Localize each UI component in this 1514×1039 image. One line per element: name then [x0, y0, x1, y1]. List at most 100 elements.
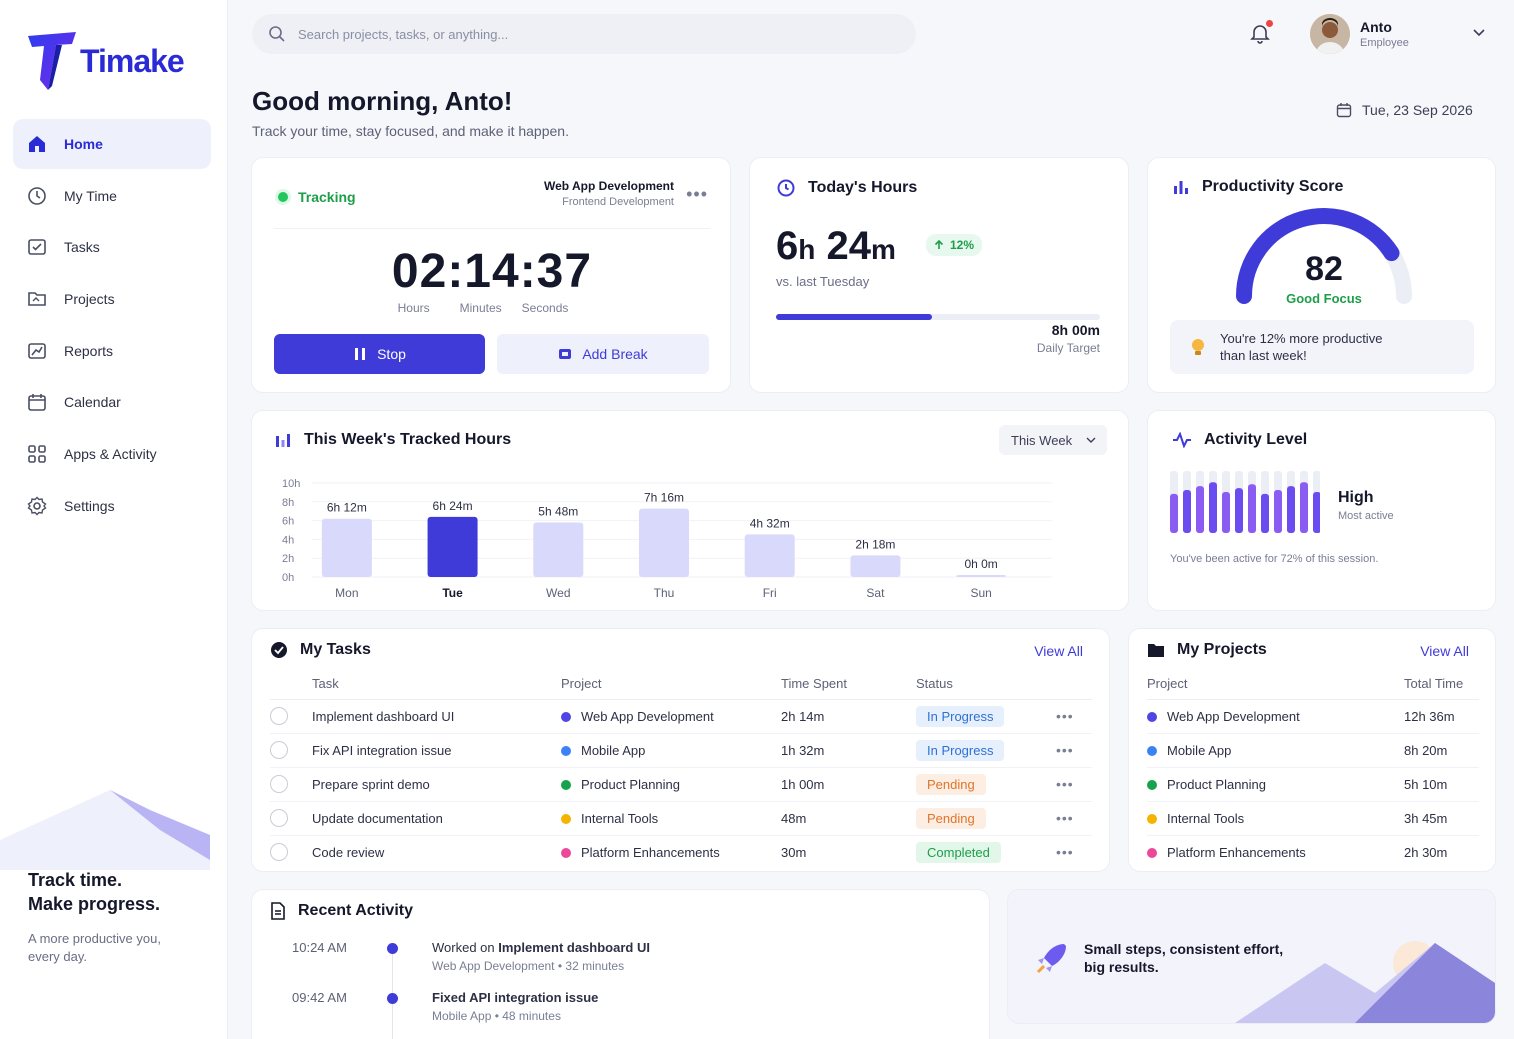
- bar-fri[interactable]: [744, 534, 795, 577]
- activity-level-sub: Most active: [1338, 510, 1394, 522]
- status-badge: Pending: [916, 773, 986, 795]
- tracker-card: Tracking Web App Development Frontend De…: [251, 157, 731, 393]
- bar-mon[interactable]: [321, 518, 372, 577]
- table-row[interactable]: Prepare sprint demo Product Planning 1h 00…: [270, 767, 1092, 802]
- clock-icon: [28, 186, 46, 205]
- sidebar-item-tasks[interactable]: Tasks: [13, 222, 211, 272]
- activity-bar: [1313, 491, 1320, 533]
- add-break-button[interactable]: Add Break: [497, 334, 709, 374]
- tasks-header-time: Time Spent: [781, 669, 916, 700]
- arrow-up-icon: [934, 240, 944, 249]
- add-break-label: Add Break: [582, 346, 648, 362]
- tasks-table: Task Project Time Spent Status Implement…: [270, 669, 1092, 869]
- search-input[interactable]: [298, 26, 878, 42]
- task-project: Web App Development: [561, 699, 781, 734]
- bar-thu[interactable]: [639, 508, 689, 577]
- bar-value-label: 6h 24m: [433, 499, 473, 513]
- mountain-illustration: [0, 790, 210, 870]
- bar-value-label: 7h 16m: [644, 491, 684, 505]
- week-filter-label: This Week: [1011, 432, 1073, 448]
- activity-bar: [1183, 490, 1191, 533]
- weekly-hours-card: This Week's Tracked Hours This Week 0h 2h…: [251, 410, 1129, 611]
- chevron-down-icon[interactable]: [1472, 28, 1486, 38]
- tasks-header-project: Project: [561, 669, 781, 700]
- table-row[interactable]: Web App Development 12h 36m: [1147, 699, 1479, 734]
- stop-button[interactable]: Stop: [274, 334, 485, 374]
- search-bar[interactable]: [252, 14, 916, 54]
- sidebar-item-calendar[interactable]: Calendar: [13, 377, 211, 427]
- task-checkbox[interactable]: [270, 741, 288, 759]
- tasks-header-task: Task: [312, 669, 561, 700]
- table-row[interactable]: Implement dashboard UI Web App Developmen…: [270, 699, 1092, 734]
- x-tick-label: Tue: [442, 586, 463, 600]
- list-item[interactable]: 09:42 AM Fixed API integration issue Mob…: [252, 990, 991, 1030]
- projects-header-time: Total Time: [1404, 669, 1479, 700]
- sidebar-item-reports[interactable]: Reports: [13, 326, 211, 376]
- sidebar-item-projects[interactable]: Projects: [13, 274, 211, 324]
- project-dot: [1147, 745, 1157, 756]
- task-checkbox[interactable]: [270, 843, 288, 862]
- task-checkbox[interactable]: [270, 707, 288, 725]
- sidebar: Timake Home My Time Tasks Projects Repor…: [0, 0, 228, 1039]
- daily-target-label: Daily Target: [1036, 341, 1100, 355]
- row-more-button[interactable]: •••: [1056, 708, 1074, 724]
- sidebar-item-settings[interactable]: Settings: [13, 481, 211, 531]
- task-project: Product Planning: [561, 767, 781, 802]
- task-checkbox[interactable]: [270, 775, 288, 793]
- project-dot: [1147, 813, 1157, 824]
- todays-hours-value: 6h 24m: [776, 224, 896, 268]
- promo-line-1: Track time.: [28, 870, 123, 890]
- table-row[interactable]: Mobile App 8h 20m: [1147, 733, 1479, 768]
- sidebar-item-my-time[interactable]: My Time: [13, 171, 211, 221]
- user-name: Anto: [1360, 19, 1392, 35]
- bar-tue[interactable]: [427, 516, 478, 577]
- sidebar-item-label: Settings: [64, 497, 115, 514]
- sidebar-item-home[interactable]: Home: [13, 119, 211, 169]
- sidebar-item-label: My Time: [64, 187, 117, 204]
- bar-sun[interactable]: [956, 575, 1007, 577]
- project-dot: [561, 711, 571, 722]
- activity-bar: [1248, 484, 1256, 533]
- status-badge: Pending: [916, 807, 986, 829]
- activity-time: 09:42 AM: [292, 990, 347, 1005]
- sidebar-item-apps-activity[interactable]: Apps & Activity: [13, 429, 211, 479]
- bar-sat[interactable]: [850, 555, 901, 577]
- week-filter-dropdown[interactable]: This Week: [999, 425, 1107, 455]
- tasks-view-all-link[interactable]: View All: [1034, 643, 1083, 659]
- status-dot: [278, 192, 288, 202]
- compare-text: vs. last Tuesday: [776, 274, 870, 289]
- promo-line-2: Make progress.: [28, 894, 161, 914]
- bar-wed[interactable]: [533, 522, 584, 577]
- table-row[interactable]: Fix API integration issue Mobile App 1h 32…: [270, 733, 1092, 768]
- app-logo[interactable]: Timake: [26, 30, 185, 92]
- coffee-icon: [559, 349, 572, 359]
- task-checkbox[interactable]: [270, 809, 288, 827]
- activity-level: High: [1338, 489, 1374, 506]
- project-time: 3h 45m: [1404, 801, 1479, 836]
- table-row[interactable]: Platform Enhancements 2h 30m: [1147, 835, 1479, 869]
- row-more-button[interactable]: •••: [1056, 742, 1074, 758]
- table-row[interactable]: Code review Platform Enhancements 30m Compl…: [270, 835, 1092, 869]
- weekly-hours-title: This Week's Tracked Hours: [304, 431, 512, 448]
- avatar: [1310, 14, 1350, 54]
- list-item[interactable]: 10:24 AM Worked on Implement dashboard U…: [252, 940, 991, 980]
- activity-card: Activity Level High Most active You've b…: [1147, 410, 1496, 611]
- activity-prefix: Worked on: [432, 940, 495, 955]
- task-time: 30m: [781, 844, 807, 860]
- project-dot: [1147, 779, 1157, 790]
- timer-label-seconds: Seconds: [521, 301, 569, 315]
- project-time: 12h 36m: [1404, 699, 1479, 734]
- table-row[interactable]: Product Planning 5h 10m: [1147, 767, 1479, 802]
- bar-value-label: 6h 12m: [327, 501, 367, 515]
- user-menu[interactable]: Anto Employee: [1310, 14, 1409, 54]
- tracker-more-button[interactable]: •••: [686, 184, 708, 205]
- row-more-button[interactable]: •••: [1056, 776, 1074, 792]
- table-row[interactable]: Update documentation Internal Tools 48m Pen…: [270, 801, 1092, 836]
- row-more-button[interactable]: •••: [1056, 810, 1074, 826]
- table-row[interactable]: Internal Tools 3h 45m: [1147, 801, 1479, 836]
- apps-icon: [28, 445, 46, 463]
- row-more-button[interactable]: •••: [1056, 844, 1074, 860]
- motivation-banner: Small steps, consistent effort, big resu…: [1007, 889, 1496, 1024]
- projects-view-all-link[interactable]: View All: [1420, 643, 1469, 659]
- y-tick-label: 10h: [282, 478, 300, 490]
